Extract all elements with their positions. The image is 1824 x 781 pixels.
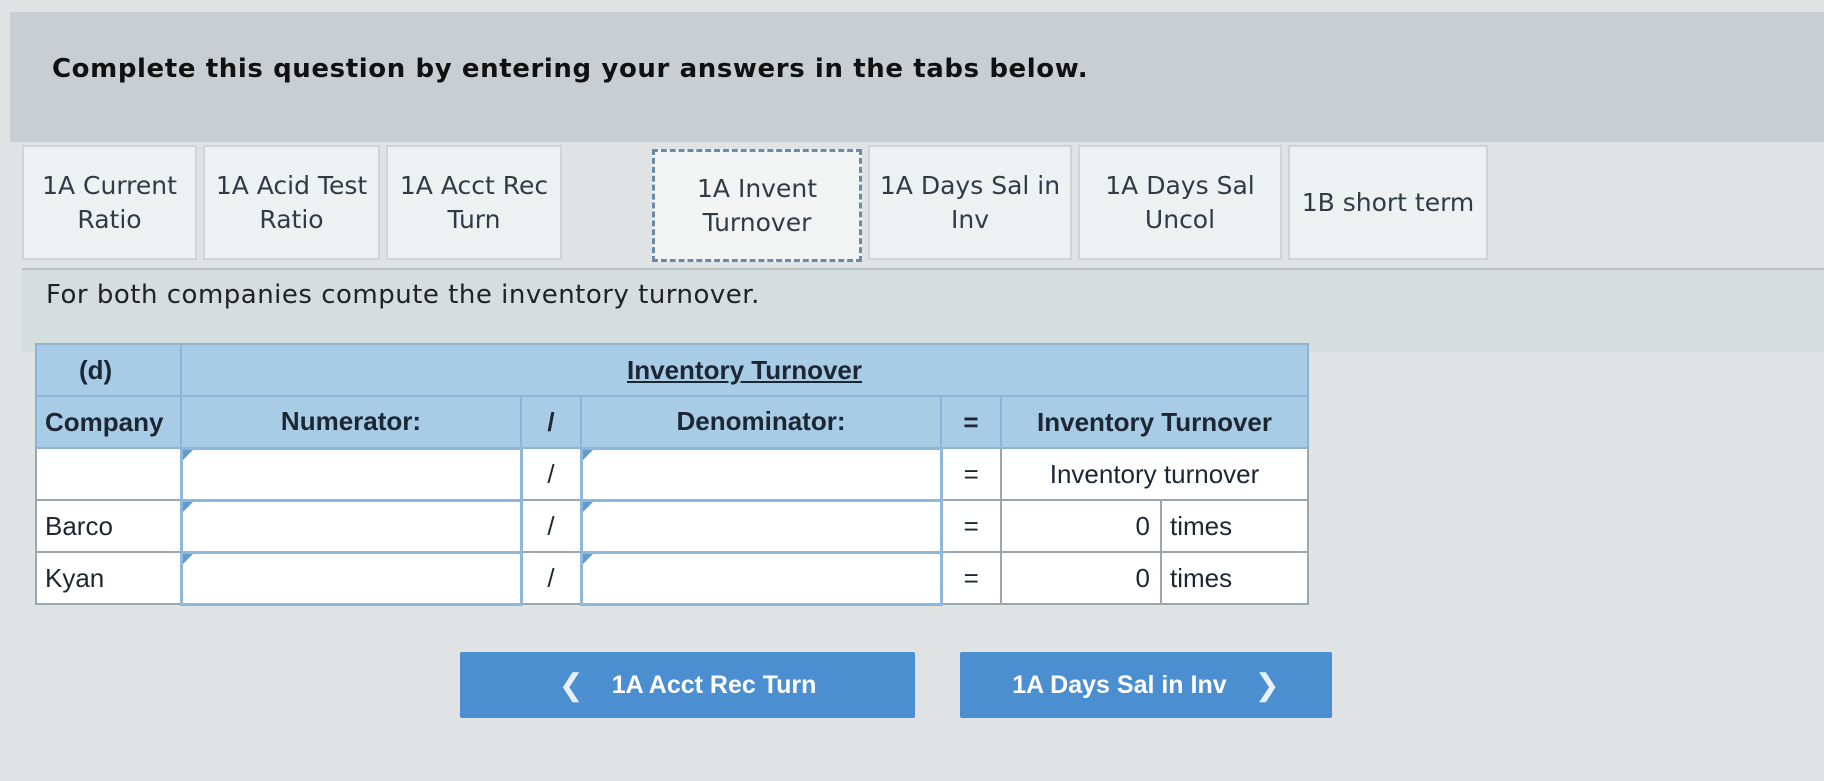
table-row: Barco / = 0 times — [35, 498, 1310, 554]
header-numerator: Numerator: — [180, 395, 522, 449]
question-prompt: For both companies compute the inventory… — [46, 280, 760, 310]
result-value: 0 — [1000, 551, 1162, 605]
header-denominator: Denominator: — [580, 395, 942, 449]
denominator-input[interactable] — [579, 550, 943, 606]
tab-strip: 1A Current Ratio 1A Acid Test Ratio 1A Acc… — [22, 145, 1802, 265]
tab-days-sal-uncol[interactable]: 1A Days Sal Uncol — [1078, 145, 1282, 260]
instruction-text: Complete this question by entering your … — [52, 54, 1089, 84]
table-row: / = Inventory turnover — [35, 446, 1310, 502]
equals-sign: = — [940, 447, 1002, 501]
part-label: (d) — [35, 343, 182, 397]
prev-tab-label: 1A Acct Rec Turn — [611, 670, 817, 699]
table-title: Inventory Turnover — [179, 343, 1310, 397]
tab-days-sal-in-inv[interactable]: 1A Days Sal in Inv — [868, 145, 1072, 260]
equals-sign: = — [940, 551, 1002, 605]
table-row: Kyan / = 0 times — [35, 550, 1310, 606]
tab-acct-rec-turn[interactable]: 1A Acct Rec Turn — [386, 145, 562, 260]
divide-sign: / — [520, 447, 582, 501]
denominator-label-field[interactable] — [582, 449, 940, 499]
company-cell: Kyan — [35, 551, 182, 605]
denominator-field[interactable] — [582, 553, 940, 603]
tab-label: Ratio — [259, 204, 324, 234]
header-result: Inventory Turnover — [999, 395, 1310, 449]
numerator-field[interactable] — [182, 501, 520, 551]
denominator-label-input[interactable] — [579, 446, 943, 502]
denominator-input[interactable] — [579, 498, 943, 554]
chevron-left-icon: ❮ — [558, 668, 584, 702]
numerator-label-input[interactable] — [179, 446, 523, 502]
tab-invent-turnover[interactable]: 1A Invent Turnover — [652, 149, 862, 262]
tab-label: 1A Acid Test — [215, 170, 368, 200]
divide-sign: / — [520, 551, 582, 605]
result-label: Inventory turnover — [999, 447, 1310, 501]
header-company: Company — [35, 395, 182, 449]
next-tab-label: 1A Days Sal in Inv — [1012, 670, 1227, 699]
numerator-input[interactable] — [179, 550, 523, 606]
result-unit: times — [1159, 551, 1310, 605]
header-equals: = — [940, 395, 1002, 449]
numerator-input[interactable] — [179, 498, 523, 554]
tab-label: Uncol — [1144, 204, 1216, 234]
result-value: 0 — [1000, 499, 1162, 553]
tab-label: 1A Days Sal — [1105, 170, 1255, 200]
equals-sign: = — [940, 499, 1002, 553]
table-title-row: (d) Inventory Turnover — [35, 343, 1310, 397]
header-divide: / — [520, 395, 582, 449]
tab-label: Ratio — [77, 204, 142, 234]
result-unit: times — [1159, 499, 1310, 553]
tab-label: Inv — [950, 204, 989, 234]
chevron-right-icon: ❯ — [1254, 668, 1280, 702]
divide-sign: / — [520, 499, 582, 553]
tab-acid-test-ratio[interactable]: 1A Acid Test Ratio — [203, 145, 380, 260]
company-cell — [35, 447, 182, 501]
instruction-bar: Complete this question by entering your … — [10, 12, 1824, 142]
denominator-field[interactable] — [582, 501, 940, 551]
prev-tab-button[interactable]: ❮ 1A Acct Rec Turn — [460, 652, 915, 718]
tab-label: 1B short term — [1301, 187, 1475, 217]
numerator-label-field[interactable] — [182, 449, 520, 499]
tab-short-term[interactable]: 1B short term — [1288, 145, 1488, 260]
tab-label: 1A Invent — [697, 173, 817, 203]
inventory-turnover-table: (d) Inventory Turnover Company Numerator… — [35, 343, 1310, 606]
table-header-row: Company Numerator: / Denominator: = Inve… — [35, 395, 1310, 449]
tab-label: 1A Current — [42, 170, 177, 200]
tab-label: 1A Acct Rec — [399, 170, 549, 200]
tab-label: Turnover — [702, 207, 812, 237]
next-tab-button[interactable]: 1A Days Sal in Inv ❯ — [960, 652, 1332, 718]
tab-label: 1A Days Sal in — [879, 170, 1061, 200]
tab-current-ratio[interactable]: 1A Current Ratio — [22, 145, 197, 260]
company-cell: Barco — [35, 499, 182, 553]
tab-label: Turn — [447, 204, 501, 234]
numerator-field[interactable] — [182, 553, 520, 603]
